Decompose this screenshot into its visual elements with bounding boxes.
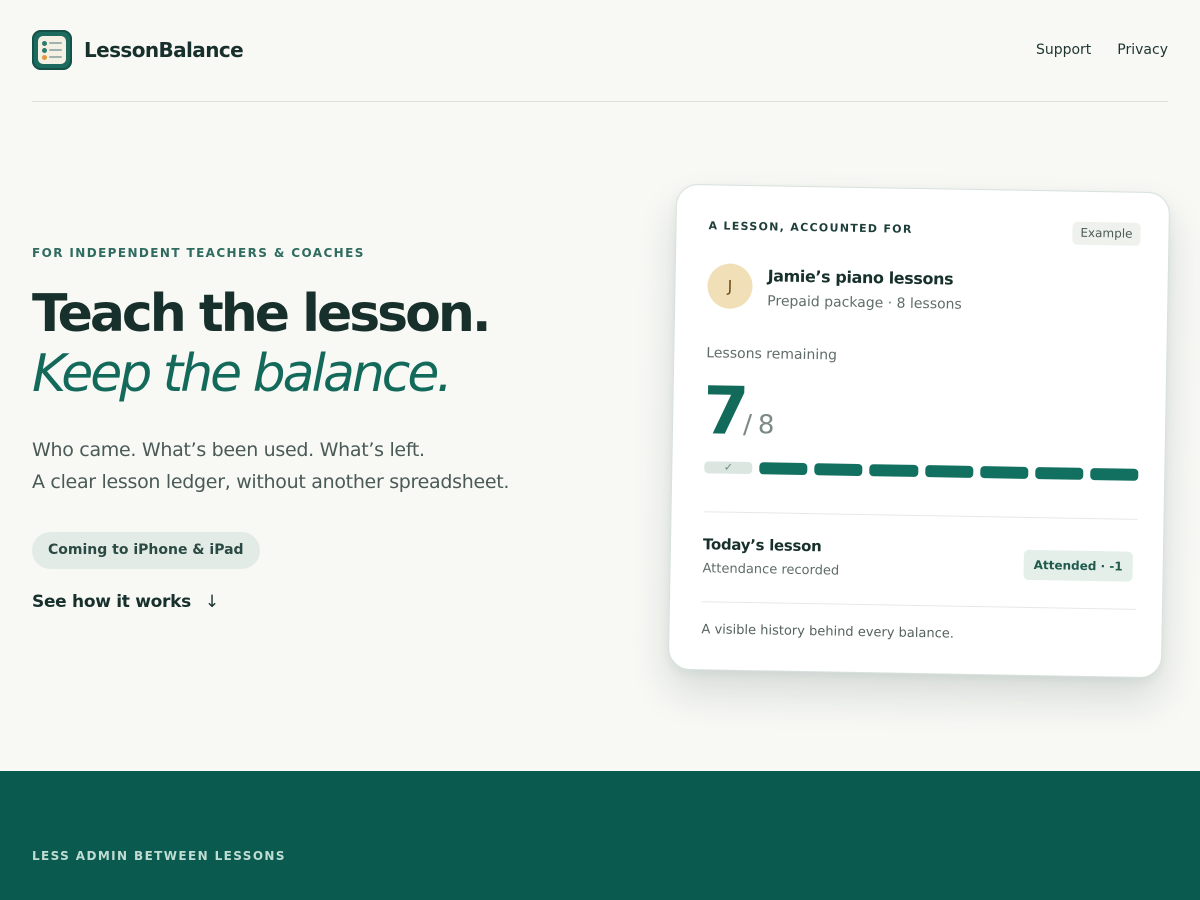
meter-segment-used: ✓ xyxy=(704,461,753,475)
hero-title: Teach the lesson. xyxy=(32,284,492,344)
attended-badge: Attended · -1 xyxy=(1023,549,1133,582)
meter-segment-remaining xyxy=(1090,467,1139,481)
package-info: Prepaid package · 8 lessons xyxy=(767,293,962,313)
hero-lede-line: A clear lesson ledger, without another s… xyxy=(32,471,510,493)
meter-segment-remaining xyxy=(1034,467,1084,480)
card-divider xyxy=(703,511,1138,520)
arrow-down-icon: ↓ xyxy=(204,592,219,612)
nav-support-link[interactable]: Support xyxy=(1036,42,1091,58)
site-header: LessonBalance Support Privacy xyxy=(32,30,1168,72)
today-title: Today’s lesson xyxy=(702,535,822,556)
hero-eyebrow: FOR INDEPENDENT TEACHERS & COACHES xyxy=(32,246,365,260)
logo-paper xyxy=(38,36,66,64)
hero-title-accent: Keep the balance. xyxy=(32,344,453,404)
nav-privacy-link[interactable]: Privacy xyxy=(1117,42,1168,58)
meter-segment-remaining xyxy=(979,466,1029,479)
how-link-label: See how it works xyxy=(32,592,191,612)
lesson-meter: ✓ xyxy=(704,461,1139,481)
today-status: Attendance recorded xyxy=(702,561,840,579)
avatar: J xyxy=(707,263,753,310)
meter-segment-remaining xyxy=(814,463,863,477)
ledger-app-icon[interactable] xyxy=(32,30,72,70)
total-count: /8 xyxy=(743,410,775,441)
availability-pill: Coming to iPhone & iPad xyxy=(32,532,260,569)
total-number: 8 xyxy=(757,410,775,441)
student-name: Jamie’s piano lessons xyxy=(767,266,954,289)
meter-segment-remaining xyxy=(869,464,918,477)
top-nav: Support Privacy xyxy=(1036,42,1168,58)
brand-name[interactable]: LessonBalance xyxy=(84,38,244,62)
lesson-card: A LESSON, ACCOUNTED FOR Example J Jamie’… xyxy=(667,183,1171,679)
remaining-count: 7 xyxy=(702,372,748,450)
remaining-label: Lessons remaining xyxy=(706,345,838,364)
hero-lede-line: Who came. What’s been used. What’s left. xyxy=(32,439,425,461)
hero-lede: Who came. What’s been used. What’s left.… xyxy=(32,434,509,498)
card-eyebrow: A LESSON, ACCOUNTED FOR xyxy=(708,219,913,236)
total-slash: / xyxy=(742,409,753,441)
band-eyebrow: LESS ADMIN BETWEEN LESSONS xyxy=(32,849,286,863)
see-how-it-works-link[interactable]: See how it works ↓ xyxy=(32,592,219,612)
history-note: A visible history behind every balance. xyxy=(701,622,955,642)
header-divider xyxy=(32,101,1168,102)
feature-band: LESS ADMIN BETWEEN LESSONS xyxy=(0,771,1200,900)
card-divider xyxy=(701,601,1136,610)
example-tag: Example xyxy=(1072,221,1141,246)
meter-segment-remaining xyxy=(759,462,808,476)
meter-segment-remaining xyxy=(924,465,974,478)
